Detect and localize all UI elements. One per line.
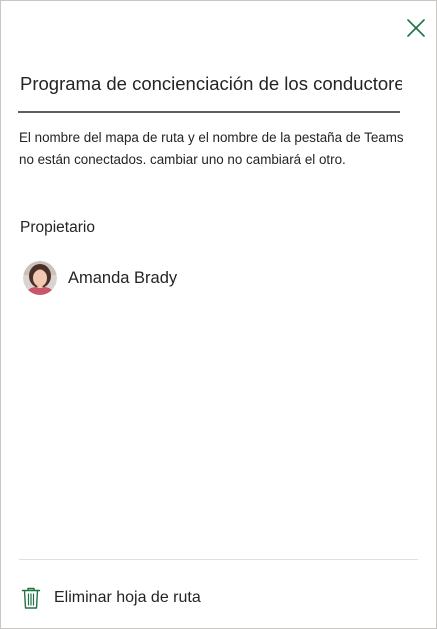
delete-roadmap-button[interactable]: Eliminar hoja de ruta	[21, 585, 201, 611]
delete-roadmap-label: Eliminar hoja de ruta	[54, 589, 201, 606]
owner-item[interactable]: Amanda Brady	[23, 260, 177, 296]
owner-avatar	[23, 261, 57, 295]
rename-notice-text: El nombre del mapa de ruta y el nombre d…	[19, 130, 404, 167]
close-button[interactable]	[405, 17, 427, 39]
roadmap-details-panel: El nombre del mapa de ruta y el nombre d…	[0, 0, 437, 629]
roadmap-title-field[interactable]	[18, 69, 402, 113]
close-icon	[407, 19, 425, 37]
trash-icon	[21, 587, 41, 609]
user-avatar-photo	[23, 261, 57, 295]
roadmap-title-input[interactable]	[18, 69, 402, 99]
owner-section-label: Propietario	[20, 219, 95, 236]
owner-name: Amanda Brady	[68, 268, 178, 287]
footer-divider	[19, 559, 418, 560]
